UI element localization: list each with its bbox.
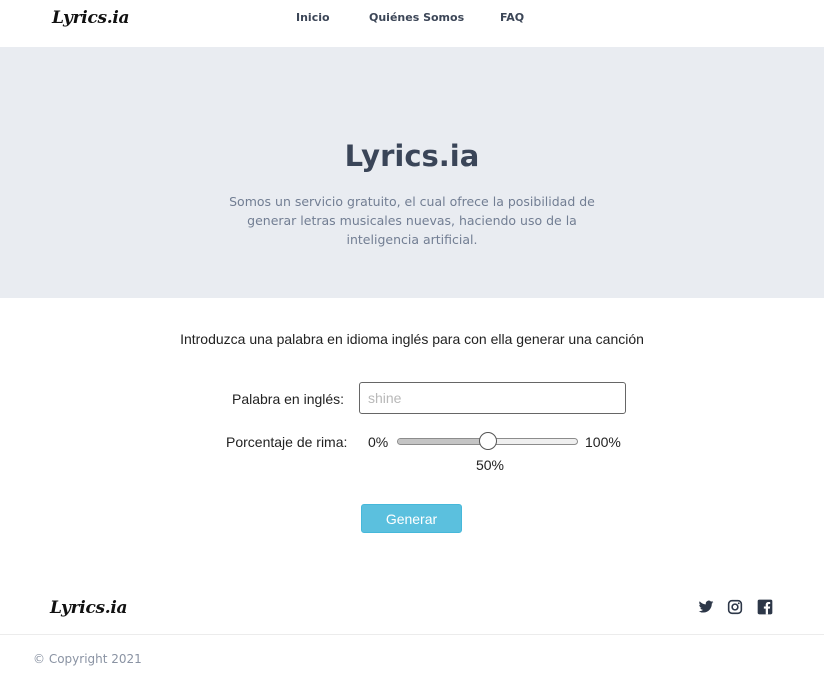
nav-logo[interactable]: Lyrics.ia	[52, 8, 130, 28]
twitter-icon[interactable]	[698, 599, 714, 615]
rhyme-slider-fill	[398, 439, 489, 444]
hero-section: Lyrics.ia Somos un servicio gratuito, el…	[0, 47, 824, 298]
navbar: Lyrics.ia Inicio Quiénes Somos FAQ	[0, 0, 824, 47]
rhyme-slider-thumb[interactable]	[478, 432, 497, 450]
nav-link-quienes-somos[interactable]: Quiénes Somos	[369, 11, 464, 24]
hero-title: Lyrics.ia	[344, 139, 480, 173]
rhyme-label: Porcentaje de rima:	[226, 434, 348, 450]
nav-link-faq[interactable]: FAQ	[500, 11, 524, 24]
generate-button[interactable]: Generar	[361, 504, 462, 533]
instagram-icon[interactable]	[727, 599, 743, 615]
copyright-text: © Copyright 2021	[33, 652, 142, 666]
form-instruction: Introduzca una palabra en idioma inglés …	[180, 331, 644, 347]
footer-logo[interactable]: Lyrics.ia	[50, 598, 128, 618]
rhyme-value-label: 50%	[475, 457, 505, 473]
word-label: Palabra en inglés:	[232, 391, 345, 407]
word-input[interactable]	[359, 382, 626, 414]
footer-divider	[0, 634, 824, 635]
hero-description: Somos un servicio gratuito, el cual ofre…	[229, 194, 595, 247]
facebook-icon[interactable]	[757, 599, 773, 615]
nav-link-inicio[interactable]: Inicio	[296, 11, 330, 24]
rhyme-max-label: 100%	[585, 434, 621, 450]
rhyme-min-label: 0%	[368, 434, 389, 450]
